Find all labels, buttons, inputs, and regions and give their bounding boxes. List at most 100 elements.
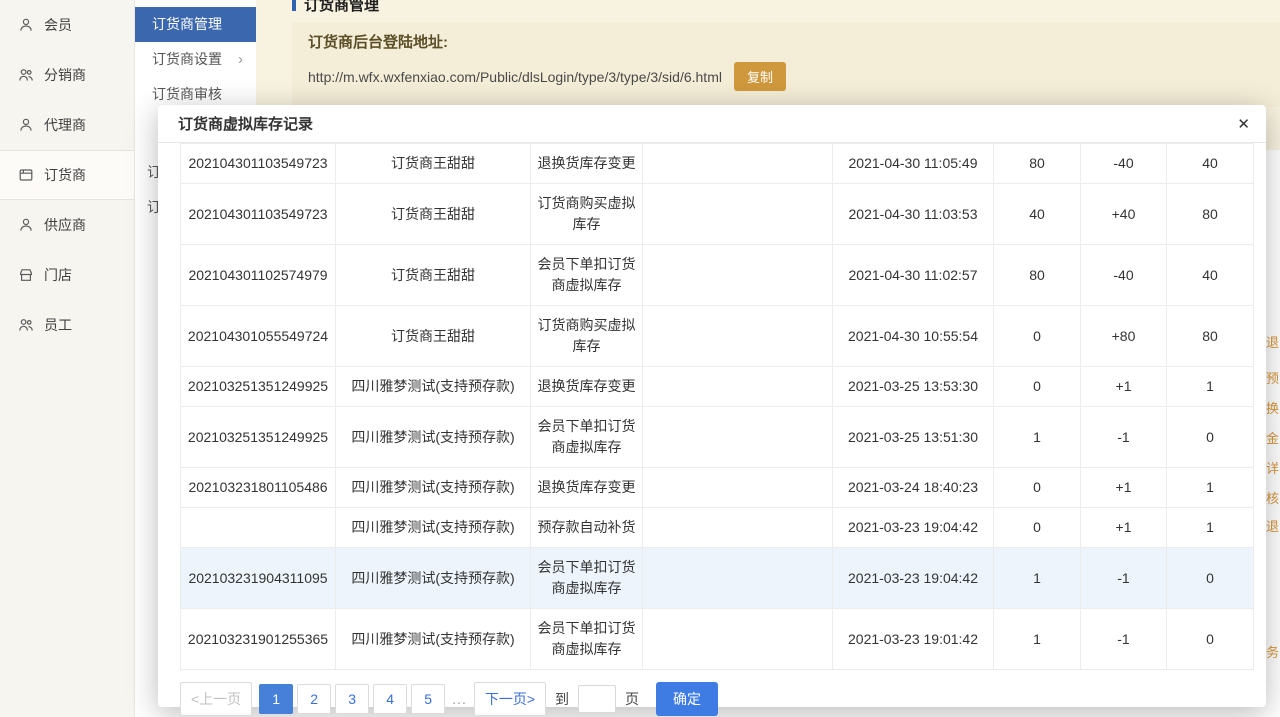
table-cell: 1 <box>994 407 1081 468</box>
pagination: <上一页 12345 ... 下一页> 到 页 确定 <box>180 682 1266 716</box>
table-cell: 会员下单扣订货商虚拟库存 <box>531 609 643 670</box>
table-cell: 四川雅梦测试(支持预存款) <box>336 367 531 407</box>
table-cell: 0 <box>994 508 1081 548</box>
store-icon <box>18 267 34 283</box>
table-row: 202103251351249925四川雅梦测试(支持预存款)退换货库存变更20… <box>181 367 1254 407</box>
table-cell: 退换货库存变更 <box>531 144 643 184</box>
sidebar-item-label: 代理商 <box>44 115 86 135</box>
table-cell: 四川雅梦测试(支持预存款) <box>336 508 531 548</box>
sidebar-item-supplier[interactable]: 供应商 <box>0 200 134 250</box>
sidebar-item-label: 门店 <box>44 265 72 285</box>
page-button-5[interactable]: 5 <box>411 684 445 714</box>
sidebar-item-label: 员工 <box>44 315 72 335</box>
table-cell: +1 <box>1081 508 1167 548</box>
table-cell: 2021-03-25 13:51:30 <box>833 407 994 468</box>
next-page-button[interactable]: 下一页> <box>474 682 546 716</box>
table-cell: +40 <box>1081 184 1167 245</box>
background-link-fragment-1[interactable]: 退 <box>1266 332 1279 351</box>
table-cell: 2021-04-30 11:05:49 <box>833 144 994 184</box>
background-link-fragment-5[interactable]: 详 <box>1266 458 1279 477</box>
background-link-fragment-8[interactable]: 务 <box>1266 642 1279 661</box>
table-cell: 预存款自动补货 <box>531 508 643 548</box>
page-title: 订货商管理 <box>304 0 379 15</box>
table-cell: 0 <box>1167 407 1254 468</box>
table-cell: 2021-03-23 19:04:42 <box>833 548 994 609</box>
background-link-fragment-3[interactable]: 换 <box>1266 398 1279 417</box>
sidebar-item-distributor[interactable]: 分销商 <box>0 50 134 100</box>
table-cell: 202103251351249925 <box>181 407 336 468</box>
sidebar-item-agent[interactable]: 代理商 <box>0 100 134 150</box>
sidebar-item-member[interactable]: 会员 <box>0 0 134 50</box>
page-button-2[interactable]: 2 <box>297 684 331 714</box>
background-link-fragment-7[interactable]: 退 <box>1266 516 1279 535</box>
table-row: 202104301103549723订货商王甜甜退换货库存变更2021-04-3… <box>181 144 1254 184</box>
table-cell: +1 <box>1081 468 1167 508</box>
page-button-4[interactable]: 4 <box>373 684 407 714</box>
goto-page-input[interactable] <box>578 685 616 713</box>
close-icon[interactable]: ✕ <box>1237 115 1250 133</box>
table-cell <box>643 508 833 548</box>
table-cell: 40 <box>994 184 1081 245</box>
table-cell: 订货商购买虚拟库存 <box>531 184 643 245</box>
address-url: http://m.wfx.wxfenxiao.com/Public/dlsLog… <box>308 69 722 85</box>
sidebar-item-orderer[interactable]: 订货商 <box>0 150 134 200</box>
table-cell: -40 <box>1081 245 1167 306</box>
modal-header: 订货商虚拟库存记录 ✕ <box>158 105 1266 143</box>
submenu-item-orderer-settings[interactable]: 订货商设置 › <box>135 42 256 77</box>
table-row: 202104301055549724订货商王甜甜订货商购买虚拟库存2021-04… <box>181 306 1254 367</box>
goto-prefix-label: 到 <box>555 689 569 709</box>
page-button-3[interactable]: 3 <box>335 684 369 714</box>
sidebar-item-label: 供应商 <box>44 215 86 235</box>
table-cell: 订货商王甜甜 <box>336 144 531 184</box>
orderer-icon <box>18 167 34 183</box>
page-button-1[interactable]: 1 <box>259 684 293 714</box>
table-row: 四川雅梦测试(支持预存款)预存款自动补货2021-03-23 19:04:420… <box>181 508 1254 548</box>
confirm-button[interactable]: 确定 <box>656 682 718 716</box>
chevron-right-icon: › <box>238 42 243 77</box>
table-cell: 202103231904311095 <box>181 548 336 609</box>
background-link-fragment-2[interactable]: 预 <box>1266 368 1279 387</box>
address-label: 订货商后台登陆地址: <box>308 31 1264 52</box>
table-cell <box>643 468 833 508</box>
table-cell: 会员下单扣订货商虚拟库存 <box>531 548 643 609</box>
submenu-item-label: 订货商管理 <box>152 16 222 32</box>
table-cell: 0 <box>994 367 1081 407</box>
table-cell: -1 <box>1081 407 1167 468</box>
table-cell <box>643 367 833 407</box>
submenu-item-label: 订货商设置 <box>152 51 222 67</box>
sidebar: 会员分销商代理商订货商供应商门店员工 <box>0 0 135 717</box>
background-link-fragment-6[interactable]: 核 <box>1266 488 1279 507</box>
table-cell: 202104301103549723 <box>181 184 336 245</box>
table-cell: 80 <box>994 245 1081 306</box>
prev-page-button[interactable]: <上一页 <box>180 682 252 716</box>
table-cell: 四川雅梦测试(支持预存款) <box>336 468 531 508</box>
table-cell: 四川雅梦测试(支持预存款) <box>336 548 531 609</box>
background-link-fragment-4[interactable]: 金 <box>1266 428 1279 447</box>
member-icon <box>18 17 34 33</box>
table-cell: 80 <box>1167 184 1254 245</box>
table-cell: 0 <box>1167 609 1254 670</box>
table-cell: 退换货库存变更 <box>531 367 643 407</box>
table-cell: 2021-04-30 11:02:57 <box>833 245 994 306</box>
table-cell: 会员下单扣订货商虚拟库存 <box>531 245 643 306</box>
table-row: 202103231901255365四川雅梦测试(支持预存款)会员下单扣订货商虚… <box>181 609 1254 670</box>
table-cell <box>643 144 833 184</box>
table-cell: 202103231801105486 <box>181 468 336 508</box>
agent-icon <box>18 117 34 133</box>
table-cell: -40 <box>1081 144 1167 184</box>
table-row: 202104301102574979订货商王甜甜会员下单扣订货商虚拟库存2021… <box>181 245 1254 306</box>
sidebar-item-store[interactable]: 门店 <box>0 250 134 300</box>
table-cell: 订货商王甜甜 <box>336 245 531 306</box>
sidebar-item-label: 会员 <box>44 15 72 35</box>
inventory-table: 202104301103549723订货商王甜甜退换货库存变更2021-04-3… <box>180 143 1254 670</box>
sidebar-item-staff[interactable]: 员工 <box>0 300 134 350</box>
submenu-item-orderer-manage[interactable]: 订货商管理 <box>135 7 256 42</box>
table-cell: 202103251351249925 <box>181 367 336 407</box>
modal-title: 订货商虚拟库存记录 <box>178 113 313 134</box>
address-panel: 订货商后台登陆地址: http://m.wfx.wxfenxiao.com/Pu… <box>292 22 1280 107</box>
table-cell: 1 <box>994 548 1081 609</box>
table-cell: -1 <box>1081 548 1167 609</box>
title-accent-bar <box>292 0 296 11</box>
table-cell: 四川雅梦测试(支持预存款) <box>336 609 531 670</box>
copy-button[interactable]: 复制 <box>734 62 786 91</box>
